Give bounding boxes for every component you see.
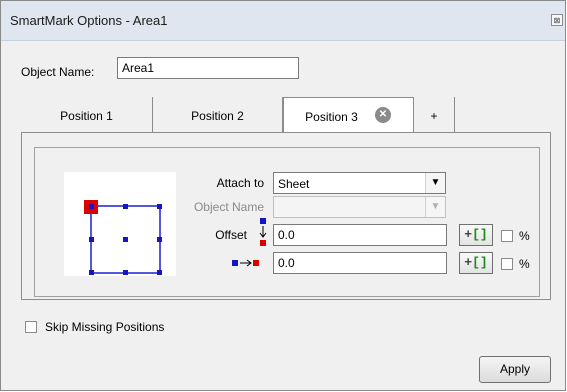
tab-add[interactable]: + [414, 97, 455, 132]
anchor-diagram [84, 200, 162, 275]
bracket-icon: [] [472, 255, 488, 270]
anchor-handle[interactable] [123, 237, 128, 242]
vertical-percent-label: % [519, 229, 530, 243]
anchor-preview [64, 172, 176, 276]
bracket-icon: [] [472, 227, 488, 242]
skip-missing-label: Skip Missing Positions [45, 320, 165, 334]
horizontal-percent-label: % [519, 257, 530, 271]
position-panel: Attach to Sheet ▼ Object Name ▼ Offset +… [21, 132, 551, 300]
horizontal-offset-icon [232, 259, 259, 267]
chevron-down-icon: ▼ [425, 173, 445, 193]
attach-to-select[interactable]: Sheet ▼ [273, 172, 446, 194]
anchor-handle[interactable] [89, 270, 94, 275]
anchor-handle[interactable] [89, 237, 94, 242]
anchor-handle[interactable] [157, 204, 162, 209]
tab-position-2[interactable]: Position 2 [153, 97, 283, 132]
plus-icon: + [464, 227, 473, 242]
apply-button[interactable]: Apply [479, 356, 551, 383]
position-tabs: Position 1 Position 2 Position 3 ✕ + [21, 97, 551, 134]
tab-position-2-label: Position 2 [191, 109, 244, 123]
object-name-input[interactable] [117, 57, 299, 79]
tab-close-icon[interactable]: ✕ [375, 107, 391, 123]
horizontal-offset-input[interactable] [273, 252, 447, 274]
object-name-select[interactable]: ▼ [273, 196, 446, 218]
vertical-percent-checkbox[interactable] [501, 230, 513, 242]
tab-position-3-label: Position 3 [305, 110, 358, 124]
vertical-offset-icon [259, 218, 267, 246]
object-name-label: Object Name: [21, 65, 95, 79]
add-vertical-reference-button[interactable]: +[] [459, 224, 493, 246]
object-name-field-label: Object Name [193, 200, 264, 214]
smartmark-options-dialog: SmartMark Options - Area1 ⊠ Object Name:… [0, 0, 566, 391]
tab-position-1-label: Position 1 [60, 109, 113, 123]
offset-label: Offset [215, 228, 247, 242]
add-horizontal-reference-button[interactable]: +[] [459, 252, 493, 274]
anchor-handle[interactable] [123, 270, 128, 275]
plus-icon: + [464, 255, 473, 270]
attach-to-label: Attach to [216, 176, 264, 190]
title-bar: SmartMark Options - Area1 ⊠ [1, 1, 565, 41]
chevron-down-icon: ▼ [425, 197, 445, 217]
close-icon[interactable]: ⊠ [551, 14, 563, 26]
tab-position-1[interactable]: Position 1 [21, 97, 153, 132]
window-title: SmartMark Options - Area1 [10, 13, 168, 28]
tab-add-label: + [430, 109, 438, 123]
horizontal-percent-checkbox[interactable] [501, 258, 513, 270]
position-group: Attach to Sheet ▼ Object Name ▼ Offset +… [34, 147, 540, 297]
anchor-handle[interactable] [123, 204, 128, 209]
vertical-offset-input[interactable] [273, 224, 447, 246]
skip-missing-checkbox[interactable] [25, 321, 37, 333]
anchor-handle[interactable] [89, 204, 94, 209]
attach-to-value: Sheet [278, 177, 310, 191]
anchor-handle[interactable] [157, 270, 162, 275]
tab-position-3[interactable]: Position 3 ✕ [283, 97, 414, 134]
